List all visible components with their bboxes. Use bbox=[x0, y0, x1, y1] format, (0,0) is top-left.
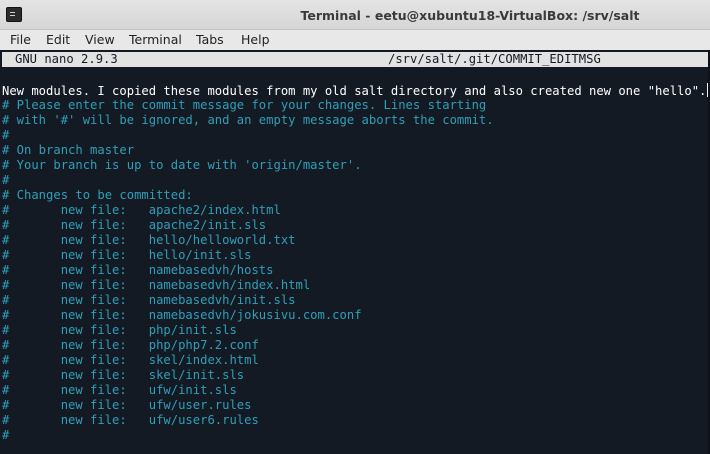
comment-line: # new file: hello/init.sls bbox=[2, 248, 252, 262]
comment-line: # On branch master bbox=[2, 143, 135, 157]
comment-line: # bbox=[2, 173, 10, 187]
comment-line: # new file: hello/helloworld.txt bbox=[2, 233, 296, 247]
comment-line: # Please enter the commit message for yo… bbox=[2, 98, 487, 112]
comment-line: # Changes to be committed: bbox=[2, 188, 193, 202]
comment-line: # new file: namebasedvh/init.sls bbox=[2, 293, 296, 307]
menu-terminal[interactable]: Terminal bbox=[129, 32, 182, 47]
commit-message-line[interactable]: New modules. I copied these modules from… bbox=[2, 83, 710, 98]
commit-message-text: New modules. I copied these modules from… bbox=[2, 84, 707, 98]
title-bar[interactable]: Terminal - eetu@xubuntu18-VirtualBox: /s… bbox=[0, 0, 710, 30]
comment-line: # new file: ufw/init.sls bbox=[2, 383, 237, 397]
comment-line: # new file: namebasedvh/jokusivu.com.con… bbox=[2, 308, 362, 322]
comment-line: # new file: namebasedvh/index.html bbox=[2, 278, 311, 292]
comment-line: # new file: ufw/user6.rules bbox=[2, 413, 259, 427]
comment-line: # new file: skel/init.sls bbox=[2, 368, 245, 382]
comment-line: # bbox=[2, 128, 10, 142]
comment-line: # new file: namebasedvh/hosts bbox=[2, 263, 274, 277]
comment-line: # new file: apache2/init.sls bbox=[2, 218, 267, 232]
nano-filename: /srv/salt/.git/COMMIT_EDITMSG bbox=[388, 52, 601, 66]
comment-line: # with '#' will be ignored, and an empty… bbox=[2, 113, 494, 127]
comment-line: # Your branch is up to date with 'origin… bbox=[2, 158, 362, 172]
menu-help[interactable]: Help bbox=[241, 32, 270, 47]
window-title: Terminal - eetu@xubuntu18-VirtualBox: /s… bbox=[300, 8, 640, 23]
comment-line: # new file: apache2/index.html bbox=[2, 203, 281, 217]
comment-line: # new file: ufw/user.rules bbox=[2, 398, 252, 412]
menu-tabs[interactable]: Tabs bbox=[196, 32, 224, 47]
nano-header-bar: GNU nano 2.9.3 /srv/salt/.git/COMMIT_EDI… bbox=[2, 52, 708, 67]
comment-line: # new file: php/init.sls bbox=[2, 323, 237, 337]
comment-line: # bbox=[2, 428, 10, 442]
menu-view[interactable]: View bbox=[85, 32, 115, 47]
nano-version: GNU nano 2.9.3 bbox=[15, 52, 118, 66]
comment-line: # new file: skel/index.html bbox=[2, 353, 259, 367]
menu-file[interactable]: File bbox=[10, 32, 31, 47]
menu-edit[interactable]: Edit bbox=[46, 32, 70, 47]
comment-line: # new file: php/php7.2.conf bbox=[2, 338, 259, 352]
menu-bar: File Edit View Terminal Tabs Help bbox=[0, 30, 710, 50]
terminal-window: Terminal - eetu@xubuntu18-VirtualBox: /s… bbox=[0, 0, 710, 454]
